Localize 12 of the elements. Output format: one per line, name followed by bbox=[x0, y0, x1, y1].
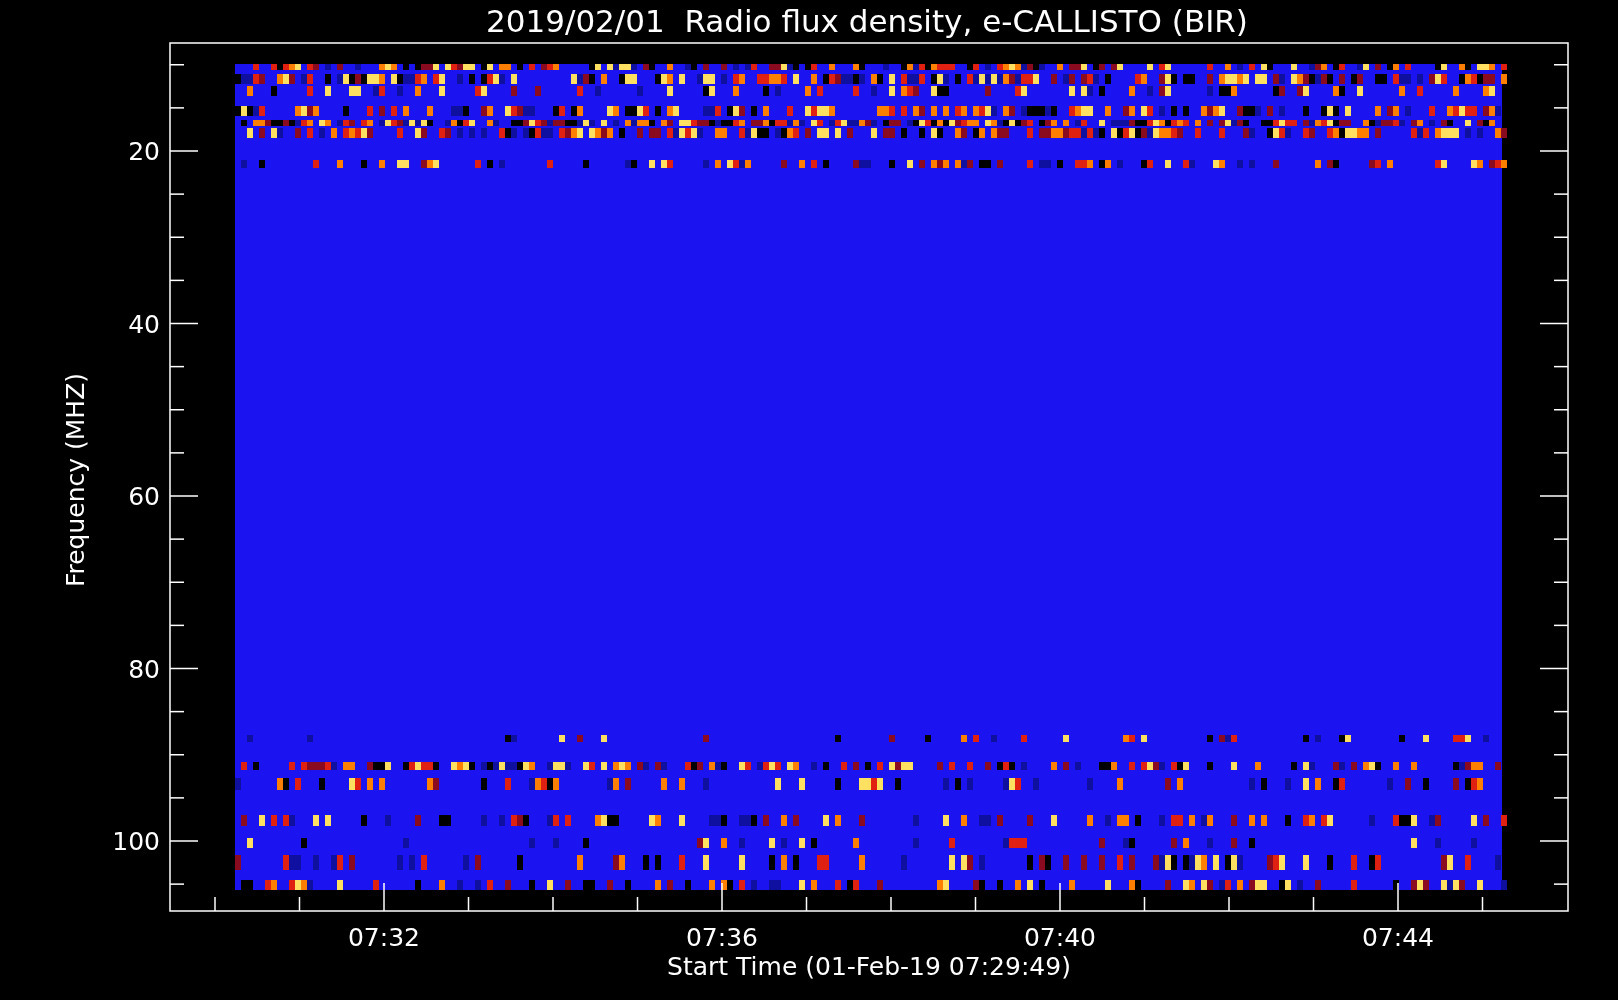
y-tick-label: 40 bbox=[128, 309, 160, 339]
x-axis-label: Start Time (01-Feb-19 07:29:49) bbox=[667, 952, 1071, 981]
chart-title: 2019/02/01 Radio flux density, e-CALLISTO (BIR) bbox=[486, 3, 1248, 39]
y-tick-label: 20 bbox=[128, 137, 160, 166]
y-tick-label: 60 bbox=[128, 482, 160, 511]
x-tick-label: 07:32 bbox=[348, 923, 420, 952]
y-tick-label: 80 bbox=[128, 654, 160, 684]
y-axis-label: Frequency (MHZ) bbox=[61, 372, 90, 588]
x-tick-label: 07:36 bbox=[686, 923, 758, 952]
x-tick-label: 07:40 bbox=[1024, 923, 1096, 952]
y-tick-label: 100 bbox=[112, 827, 160, 856]
x-tick-label: 07:44 bbox=[1362, 923, 1434, 952]
